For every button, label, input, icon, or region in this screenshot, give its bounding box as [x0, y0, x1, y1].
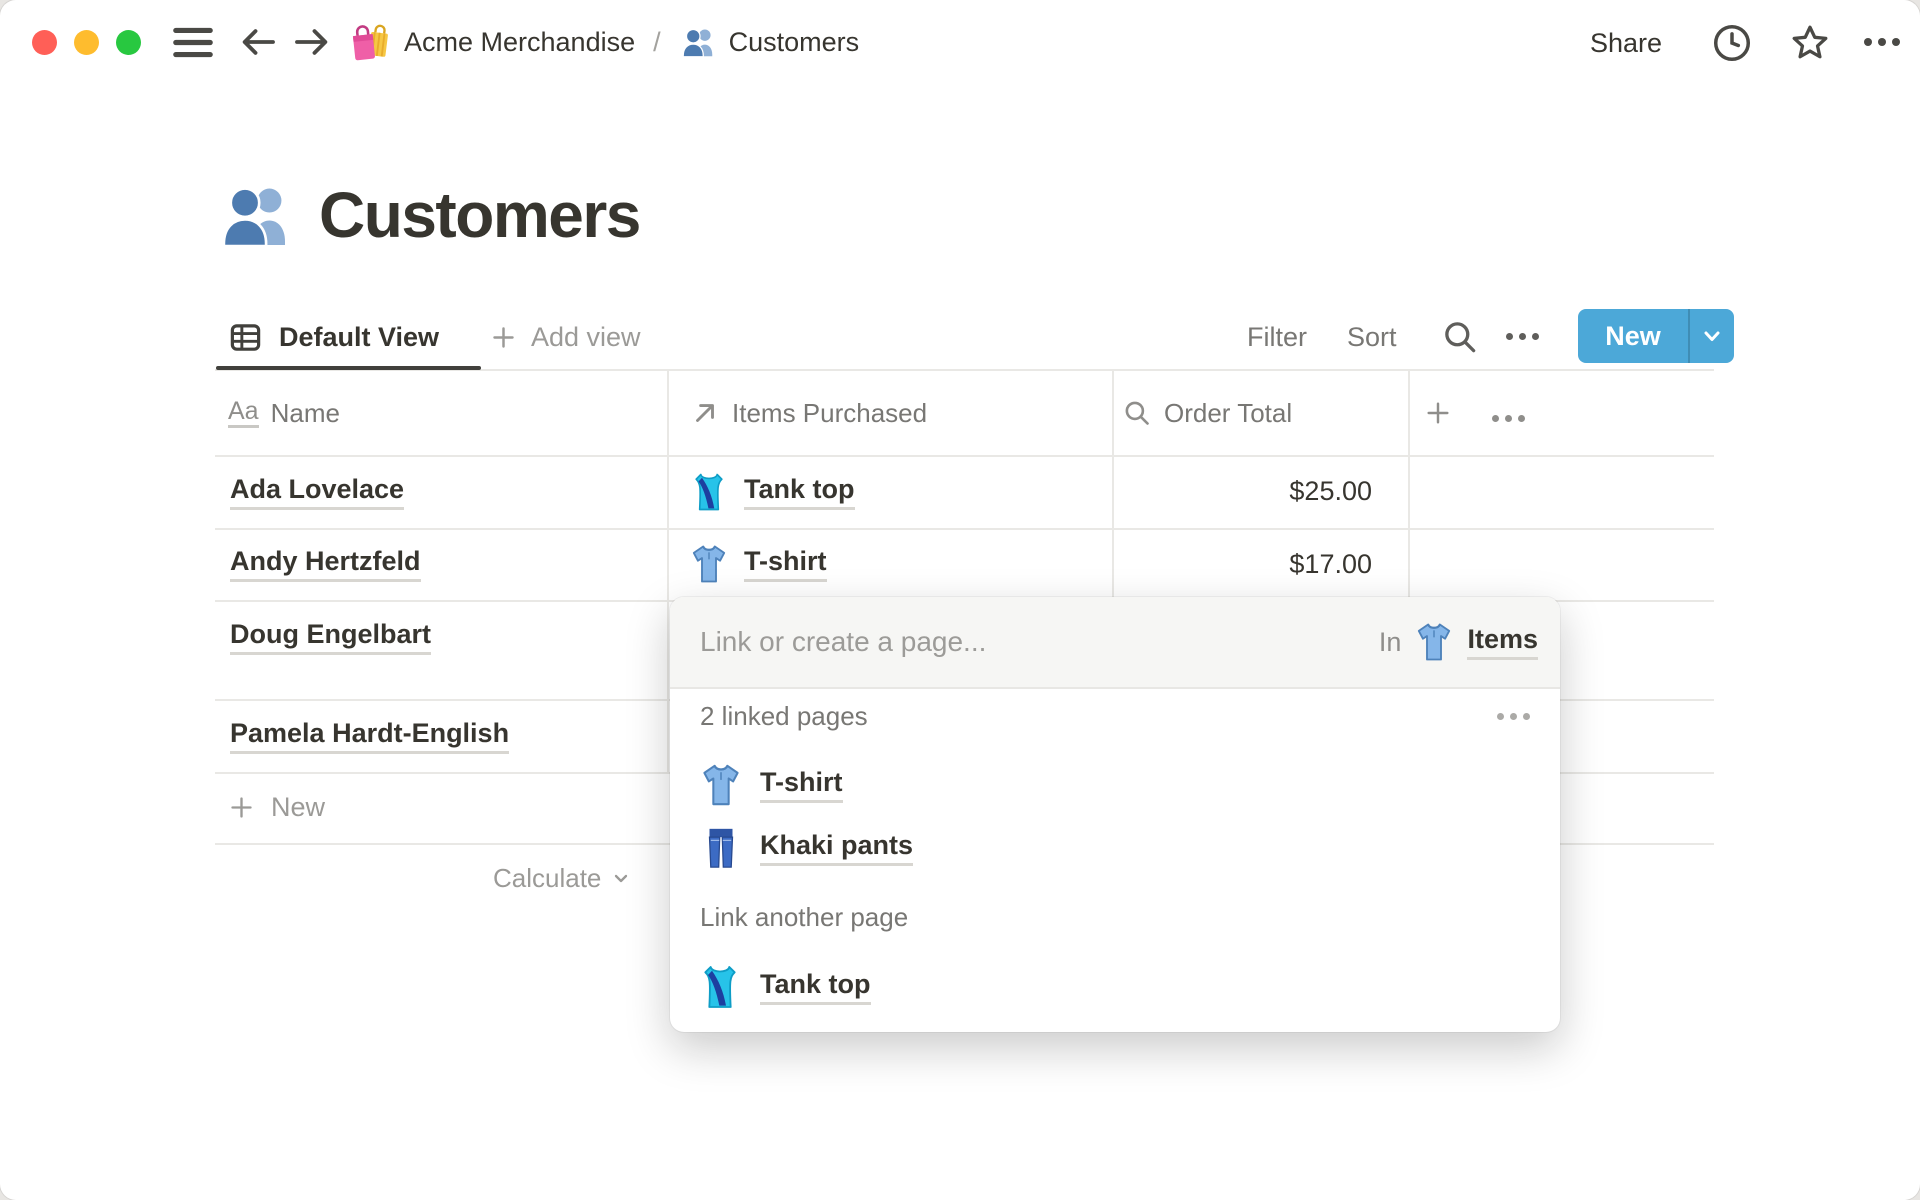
calculate-label: Calculate	[493, 862, 602, 893]
view-more-icon[interactable]	[1506, 333, 1539, 340]
forward-icon[interactable]	[292, 25, 332, 59]
relation-scope-database[interactable]: Items	[1467, 624, 1538, 660]
page-more-icon[interactable]	[1864, 38, 1900, 46]
new-dropdown-button[interactable]	[1690, 324, 1734, 348]
active-tab-underline	[216, 366, 481, 370]
relation-scope: In Items	[1379, 621, 1538, 663]
chevron-down-icon	[615, 874, 628, 883]
new-button-label: New	[1605, 320, 1661, 351]
back-icon[interactable]	[238, 25, 278, 59]
page-link[interactable]: Andy Hertzfeld	[230, 546, 421, 582]
breadcrumb-workspace[interactable]: Acme Merchandise	[404, 27, 635, 58]
sort-button[interactable]: Sort	[1347, 322, 1397, 353]
app-window: Acme Merchandise / Customers Share Custo…	[0, 0, 1920, 1200]
breadcrumb-page[interactable]: Customers	[729, 27, 860, 58]
relation-search-bar: Link or create a page... In Items	[670, 597, 1560, 689]
add-view-label: Add view	[531, 321, 641, 352]
relation-property-icon	[696, 404, 714, 422]
jeans-icon	[698, 825, 744, 871]
page-header: Customers	[215, 160, 641, 270]
table-row-items-cell[interactable]: T-shirt	[688, 528, 827, 600]
sidebar-menu-icon[interactable]	[172, 27, 214, 58]
table-row-name-cell[interactable]: Pamela Hardt-English	[230, 699, 510, 772]
rollup-property-icon	[1125, 401, 1149, 425]
page-link[interactable]: Khaki pants	[760, 830, 914, 866]
busts-in-silhouette-icon-large[interactable]	[215, 175, 295, 255]
linked-pages-more-icon[interactable]	[1497, 712, 1530, 720]
order-total-value: $17.00	[1289, 548, 1372, 579]
order-total-value: $25.00	[1289, 476, 1372, 506]
calculate-button[interactable]: Calculate	[493, 843, 633, 913]
page-link[interactable]: Tank top	[744, 474, 855, 510]
view-tab-default[interactable]: Default View	[228, 310, 439, 364]
titlebar: Acme Merchandise / Customers Share	[0, 0, 1920, 84]
link-another-label: Link another page	[700, 901, 909, 932]
column-header-items-purchased[interactable]: Items Purchased	[690, 371, 927, 455]
table-row-name-cell[interactable]: Andy Hertzfeld	[230, 528, 421, 600]
row-divider	[215, 455, 1714, 457]
clock-icon[interactable]	[1711, 22, 1753, 64]
table-grid-icon	[230, 323, 261, 351]
traffic-light-close[interactable]	[32, 30, 57, 55]
t-shirt-icon	[1413, 621, 1455, 663]
row-divider	[215, 528, 1714, 530]
table-row-total-cell[interactable]: $25.00	[1112, 455, 1372, 528]
column-header-label: Items Purchased	[732, 397, 928, 428]
plus-icon	[493, 326, 514, 348]
table-more-icon[interactable]	[1492, 415, 1525, 422]
linked-pages-header: 2 linked pages	[700, 693, 1530, 739]
relation-search-input[interactable]: Link or create a page...	[700, 626, 986, 658]
column-header-label: Order Total	[1164, 397, 1293, 428]
page-link[interactable]: Doug Engelbart	[230, 619, 431, 655]
page-link[interactable]: Tank top	[760, 969, 871, 1005]
page-link[interactable]: Pamela Hardt-English	[230, 718, 510, 754]
traffic-light-zoom[interactable]	[116, 30, 141, 55]
screen: Acme Merchandise / Customers Share Custo…	[0, 0, 1920, 1200]
breadcrumb-separator: /	[653, 26, 661, 57]
plus-icon	[1427, 402, 1449, 424]
new-row-button[interactable]: New	[228, 772, 325, 843]
t-shirt-icon	[698, 762, 744, 808]
chevron-down-icon	[1704, 331, 1720, 341]
share-button[interactable]: Share	[1590, 28, 1662, 59]
relation-picker-popup: Link or create a page... In Items 2 link…	[670, 597, 1560, 1032]
tank-top-icon	[688, 471, 730, 513]
page-title[interactable]: Customers	[319, 178, 641, 252]
linked-pages-count: 2 linked pages	[700, 700, 868, 731]
add-view-button[interactable]: Add view	[490, 310, 641, 364]
new-row-label: New	[271, 792, 326, 822]
table-row-items-cell[interactable]: Tank top	[688, 455, 855, 528]
suggested-page-item[interactable]: Tank top	[696, 957, 871, 1017]
plus-icon	[231, 797, 252, 818]
traffic-light-minimize[interactable]	[74, 30, 99, 55]
filter-button[interactable]: Filter	[1247, 322, 1307, 353]
column-divider	[667, 371, 669, 772]
breadcrumb: Acme Merchandise / Customers	[350, 20, 859, 64]
column-header-name[interactable]: Aa Name	[228, 371, 340, 455]
link-another-header: Link another page	[700, 894, 908, 940]
page-link[interactable]: T-shirt	[760, 767, 843, 803]
busts-in-silhouette-icon	[679, 23, 717, 61]
page-link[interactable]: T-shirt	[744, 546, 827, 582]
linked-page-item[interactable]: Khaki pants	[698, 818, 914, 878]
table-row-name-cell[interactable]: Ada Lovelace	[230, 455, 405, 528]
add-property-button[interactable]	[1424, 371, 1452, 455]
linked-page-item[interactable]: T-shirt	[698, 755, 843, 815]
relation-scope-in-label: In	[1378, 626, 1402, 657]
search-icon[interactable]	[1441, 318, 1479, 356]
title-property-icon: Aa	[228, 398, 259, 428]
page-link[interactable]: Ada Lovelace	[230, 474, 405, 510]
shopping-bags-icon	[350, 21, 392, 63]
new-button[interactable]: New	[1578, 321, 1688, 352]
column-header-label: Name	[270, 397, 340, 428]
t-shirt-icon	[688, 543, 730, 585]
tank-top-icon	[696, 963, 744, 1011]
favorite-star-icon[interactable]	[1788, 21, 1832, 65]
table-row-name-cell[interactable]: Doug Engelbart	[230, 600, 431, 673]
new-button-group: New	[1578, 309, 1734, 363]
view-tab-label: Default View	[279, 321, 440, 352]
table-row-total-cell[interactable]: $17.00	[1112, 528, 1372, 600]
column-header-order-total[interactable]: Order Total	[1122, 371, 1292, 455]
